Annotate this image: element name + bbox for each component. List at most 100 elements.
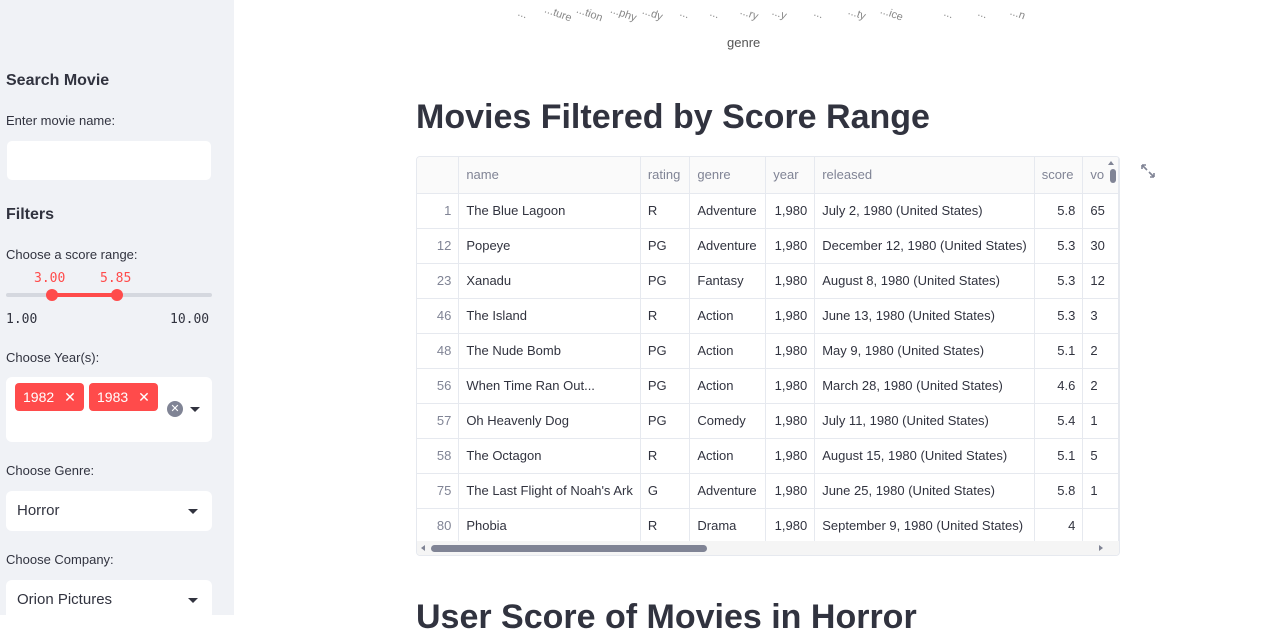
table-cell-rating[interactable]: R	[640, 438, 691, 474]
vertical-scrollbar[interactable]	[1110, 169, 1116, 183]
fullscreen-icon[interactable]	[1140, 163, 1156, 179]
row-index-cell[interactable]: 80	[417, 508, 460, 544]
table-cell-released[interactable]: July 11, 1980 (United States)	[814, 403, 1035, 439]
table-cell-released[interactable]: July 2, 1980 (United States)	[814, 193, 1035, 229]
slider-thumb-high[interactable]	[111, 289, 123, 301]
table-cell-vo[interactable]	[1082, 508, 1119, 544]
column-header[interactable]: rating	[640, 157, 691, 194]
table-cell-vo[interactable]: 65	[1082, 193, 1119, 229]
table-cell-vo[interactable]: 1	[1082, 403, 1119, 439]
score-range-slider[interactable]: 3.00 5.85 1.00 10.00	[6, 268, 212, 328]
scroll-left-arrow-icon[interactable]	[421, 545, 425, 551]
table-cell-released[interactable]: December 12, 1980 (United States)	[814, 228, 1035, 264]
column-header[interactable]: year	[765, 157, 816, 194]
row-index-cell[interactable]: 75	[417, 473, 460, 509]
table-row[interactable]: 23 Xanadu PG Fantasy 1,980 August 8, 1980 (Un…	[417, 263, 1119, 299]
table-cell-score[interactable]: 5.1	[1034, 333, 1084, 369]
table-row[interactable]: 58 The Octagon R Action 1,980 August 15, 1980…	[417, 438, 1119, 474]
table-row[interactable]: 48 The Nude Bomb PG Action 1,980 May 9, 1980 …	[417, 333, 1119, 369]
table-cell-rating[interactable]: R	[640, 193, 691, 229]
remove-tag-icon[interactable]: ✕	[64, 389, 76, 406]
table-cell-name[interactable]: The Blue Lagoon	[458, 193, 641, 229]
table-row[interactable]: 75 The Last Flight of Noah's Ark G Adventur…	[417, 473, 1119, 509]
remove-tag-icon[interactable]: ✕	[138, 389, 150, 406]
table-cell-name[interactable]: The Island	[458, 298, 641, 334]
row-index-cell[interactable]: 56	[417, 368, 460, 404]
row-index-cell[interactable]: 58	[417, 438, 460, 474]
table-cell-released[interactable]: May 9, 1980 (United States)	[814, 333, 1035, 369]
table-cell-name[interactable]: When Time Ran Out...	[458, 368, 641, 404]
table-cell-released[interactable]: August 15, 1980 (United States)	[814, 438, 1035, 474]
table-cell-genre[interactable]: Action	[689, 333, 767, 369]
table-row[interactable]: 46 The Island R Action 1,980 June 13, 1980 (U…	[417, 298, 1119, 334]
table-cell-score[interactable]: 5.3	[1034, 228, 1084, 264]
table-cell-year[interactable]: 1,980	[765, 473, 816, 509]
row-index-cell[interactable]: 1	[417, 193, 460, 229]
table-cell-genre[interactable]: Comedy	[689, 403, 767, 439]
horizontal-scrollbar[interactable]	[431, 545, 707, 552]
table-cell-year[interactable]: 1,980	[765, 368, 816, 404]
table-cell-year[interactable]: 1,980	[765, 263, 816, 299]
table-cell-genre[interactable]: Action	[689, 298, 767, 334]
table-cell-year[interactable]: 1,980	[765, 403, 816, 439]
scroll-right-arrow-icon[interactable]	[1099, 545, 1103, 551]
table-cell-rating[interactable]: PG	[640, 263, 691, 299]
table-cell-score[interactable]: 4	[1034, 508, 1084, 544]
table-cell-genre[interactable]: Adventure	[689, 473, 767, 509]
table-cell-genre[interactable]: Adventure	[689, 228, 767, 264]
table-cell-rating[interactable]: PG	[640, 333, 691, 369]
table-cell-vo[interactable]: 2	[1082, 368, 1119, 404]
chevron-down-icon[interactable]	[188, 509, 198, 514]
table-cell-genre[interactable]: Action	[689, 368, 767, 404]
table-cell-name[interactable]: Phobia	[458, 508, 641, 544]
year-multiselect[interactable]: 1982 ✕ 1983 ✕ ✕	[6, 377, 212, 442]
movie-name-input[interactable]	[6, 140, 212, 181]
row-index-cell[interactable]: 48	[417, 333, 460, 369]
row-index-cell[interactable]: 46	[417, 298, 460, 334]
table-cell-genre[interactable]: Drama	[689, 508, 767, 544]
table-cell-vo[interactable]: 2	[1082, 333, 1119, 369]
table-cell-year[interactable]: 1,980	[765, 508, 816, 544]
table-cell-name[interactable]: Xanadu	[458, 263, 641, 299]
column-header[interactable]: genre	[689, 157, 767, 194]
table-row[interactable]: 1 The Blue Lagoon R Adventure 1,980 July 2, 1…	[417, 193, 1119, 229]
table-cell-vo[interactable]: 12	[1082, 263, 1119, 299]
table-cell-name[interactable]: Oh Heavenly Dog	[458, 403, 641, 439]
row-index-cell[interactable]: 12	[417, 228, 460, 264]
table-cell-released[interactable]: June 13, 1980 (United States)	[814, 298, 1035, 334]
column-header[interactable]: name	[458, 157, 641, 194]
table-cell-year[interactable]: 1,980	[765, 333, 816, 369]
movies-dataframe[interactable]: name rating genre year released score vo…	[416, 156, 1120, 556]
table-cell-genre[interactable]: Fantasy	[689, 263, 767, 299]
table-cell-score[interactable]: 5.3	[1034, 263, 1084, 299]
table-cell-vo[interactable]: 5	[1082, 438, 1119, 474]
table-cell-score[interactable]: 5.4	[1034, 403, 1084, 439]
table-cell-year[interactable]: 1,980	[765, 438, 816, 474]
table-cell-year[interactable]: 1,980	[765, 298, 816, 334]
table-cell-rating[interactable]: PG	[640, 403, 691, 439]
table-cell-score[interactable]: 5.8	[1034, 193, 1084, 229]
table-row[interactable]: 80 Phobia R Drama 1,980 September 9, 1980 (Un…	[417, 508, 1119, 544]
table-cell-score[interactable]: 5.3	[1034, 298, 1084, 334]
table-row[interactable]: 57 Oh Heavenly Dog PG Comedy 1,980 July 11, 1…	[417, 403, 1119, 439]
scroll-up-arrow-icon[interactable]	[1108, 161, 1114, 165]
table-cell-rating[interactable]: PG	[640, 368, 691, 404]
column-header[interactable]: score	[1034, 157, 1084, 194]
column-header[interactable]	[417, 157, 460, 194]
table-cell-released[interactable]: September 9, 1980 (United States)	[814, 508, 1035, 544]
chevron-down-icon[interactable]	[188, 598, 198, 603]
table-cell-released[interactable]: August 8, 1980 (United States)	[814, 263, 1035, 299]
table-cell-genre[interactable]: Adventure	[689, 193, 767, 229]
row-index-cell[interactable]: 57	[417, 403, 460, 439]
table-cell-vo[interactable]: 3	[1082, 298, 1119, 334]
table-cell-score[interactable]: 5.1	[1034, 438, 1084, 474]
company-select[interactable]: Orion Pictures	[6, 580, 212, 620]
chevron-down-icon[interactable]	[190, 407, 200, 412]
table-cell-rating[interactable]: PG	[640, 228, 691, 264]
table-cell-genre[interactable]: Action	[689, 438, 767, 474]
column-header[interactable]: released	[814, 157, 1035, 194]
table-cell-rating[interactable]: R	[640, 508, 691, 544]
genre-select[interactable]: Horror	[6, 491, 212, 531]
slider-thumb-low[interactable]	[46, 289, 58, 301]
table-cell-name[interactable]: The Octagon	[458, 438, 641, 474]
